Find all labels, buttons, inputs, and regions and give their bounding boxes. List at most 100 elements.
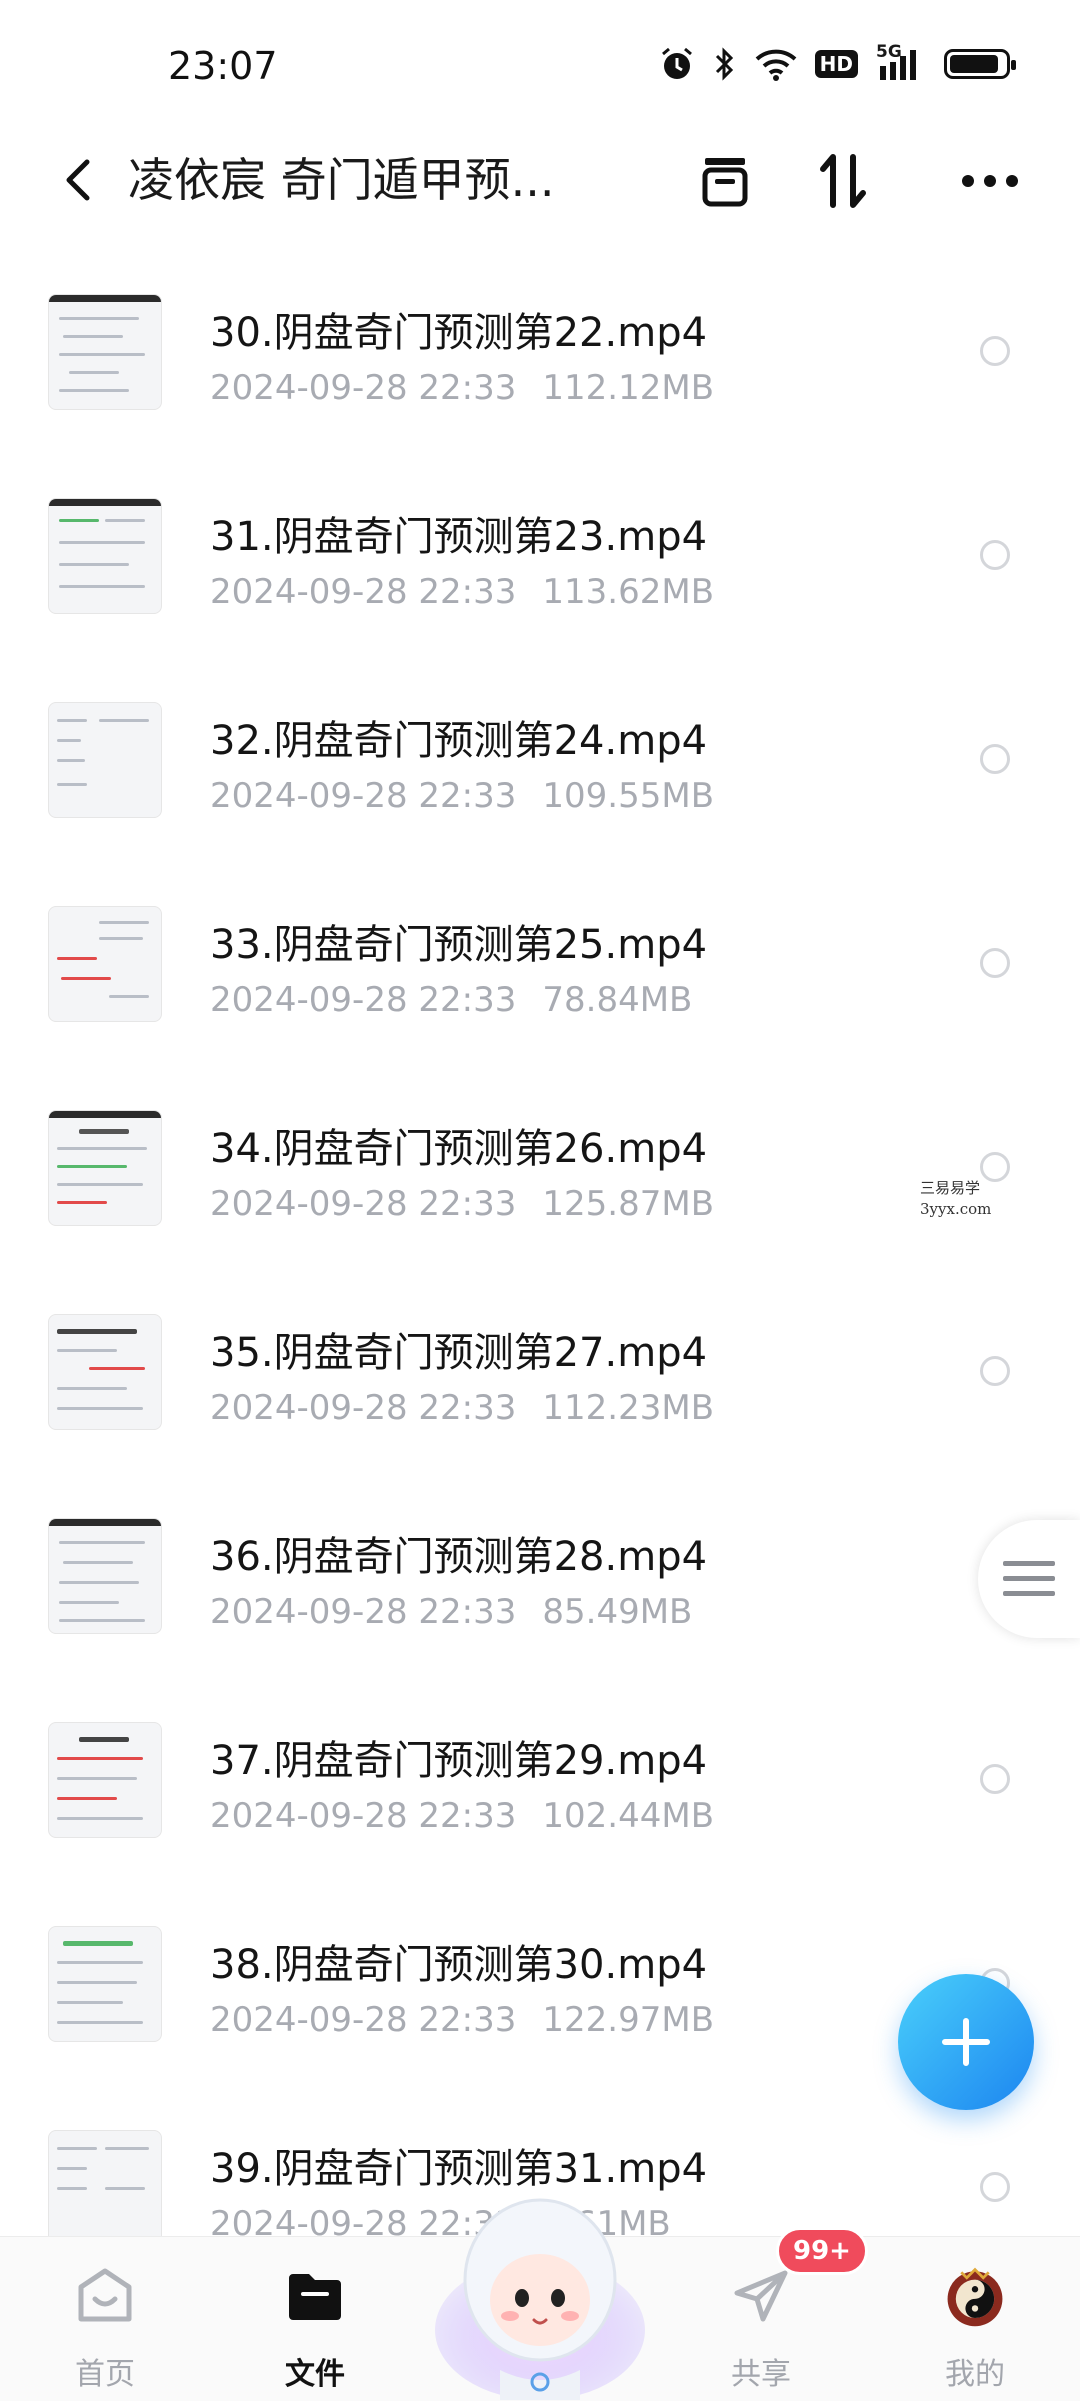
file-row[interactable]: 32.阴盘奇门预测第24.mp4 2024-09-28 22:33 109.55M… — [0, 672, 1080, 876]
watermark: 三易易学 3yyx.com — [920, 1178, 991, 1220]
file-name: 31.阴盘奇门预测第23.mp4 — [210, 514, 708, 560]
file-name: 37.阴盘奇门预测第29.mp4 — [210, 1738, 708, 1784]
more-button[interactable] — [955, 148, 1025, 214]
file-row[interactable]: 36.阴盘奇门预测第28.mp4 2024-09-28 22:33 85.49MB — [0, 1488, 1080, 1692]
select-checkbox[interactable] — [980, 540, 1010, 570]
file-name: 35.阴盘奇门预测第27.mp4 — [210, 1330, 708, 1376]
battery-icon — [944, 49, 1016, 79]
sort-icon — [820, 154, 866, 208]
file-name: 30.阴盘奇门预测第22.mp4 — [210, 310, 708, 356]
file-name: 34.阴盘奇门预测第26.mp4 — [210, 1126, 708, 1172]
file-meta: 2024-09-28 22:33 85.49MB — [210, 1592, 692, 1632]
nav-files[interactable]: 文件 — [240, 2237, 390, 2401]
file-size: 113.62MB — [542, 572, 715, 612]
nav-home-label: 首页 — [75, 2357, 135, 2392]
sort-button[interactable] — [808, 148, 878, 214]
file-size: 112.12MB — [542, 368, 715, 408]
status-time: 23:07 — [168, 44, 278, 88]
file-time: 22:33 — [418, 1388, 517, 1428]
file-row[interactable]: 34.阴盘奇门预测第26.mp4 2024-09-28 22:33 125.87M… — [0, 1080, 1080, 1284]
watermark-line2: 3yyx.com — [920, 1200, 992, 1218]
file-time: 22:33 — [418, 1592, 517, 1632]
select-checkbox[interactable] — [980, 744, 1010, 774]
avatar — [943, 2265, 1007, 2329]
file-meta: 2024-09-28 22:33 102.44MB — [210, 1796, 714, 1836]
video-thumbnail — [48, 906, 162, 1022]
nav-mine-label: 我的 — [945, 2357, 1005, 2392]
file-row[interactable]: 37.阴盘奇门预测第29.mp4 2024-09-28 22:33 102.44M… — [0, 1692, 1080, 1896]
video-thumbnail — [48, 498, 162, 614]
select-checkbox[interactable] — [980, 336, 1010, 366]
video-thumbnail — [48, 1518, 162, 1634]
file-row[interactable]: 31.阴盘奇门预测第23.mp4 2024-09-28 22:33 113.62M… — [0, 468, 1080, 672]
file-name: 38.阴盘奇门预测第30.mp4 — [210, 1942, 708, 1988]
file-row[interactable]: 33.阴盘奇门预测第25.mp4 2024-09-28 22:33 78.84MB — [0, 876, 1080, 1080]
page-title: 凌依宸 奇门遁甲预... — [128, 153, 555, 207]
file-size: 85.49MB — [542, 1592, 693, 1632]
archive-icon — [702, 158, 748, 207]
plus-icon — [942, 2018, 990, 2066]
file-name: 33.阴盘奇门预测第25.mp4 — [210, 922, 708, 968]
video-thumbnail — [48, 702, 162, 818]
wifi-icon — [755, 49, 797, 81]
file-meta: 2024-09-28 22:33 78.84MB — [210, 980, 692, 1020]
file-time: 22:33 — [418, 1796, 517, 1836]
file-meta: 2024-09-28 22:33 125.87MB — [210, 1184, 714, 1224]
file-size: 112.23MB — [542, 1388, 715, 1428]
file-date: 2024-09-28 — [210, 776, 408, 816]
status-icons: HD 5G — [659, 42, 1016, 82]
file-date: 2024-09-28 — [210, 1592, 408, 1632]
file-meta: 2024-09-28 22:33 112.12MB — [210, 368, 714, 408]
bluetooth-icon — [715, 47, 733, 81]
file-time: 22:33 — [418, 776, 517, 816]
file-name: 36.阴盘奇门预测第28.mp4 — [210, 1534, 708, 1580]
file-time: 22:33 — [418, 1184, 517, 1224]
home-icon — [73, 2265, 137, 2329]
more-icon — [962, 175, 1018, 187]
video-thumbnail — [48, 2130, 162, 2246]
select-checkbox[interactable] — [980, 1764, 1010, 1794]
hd-badge: HD — [814, 50, 858, 78]
top-bar: 凌依宸 奇门遁甲预... — [0, 130, 1080, 230]
file-meta: 2024-09-28 22:33 122.97MB — [210, 2000, 714, 2040]
file-size: 102.44MB — [542, 1796, 715, 1836]
status-bar: 23:07 HD 5G — [0, 0, 1080, 130]
file-name: 32.阴盘奇门预测第24.mp4 — [210, 718, 708, 764]
select-checkbox[interactable] — [980, 1356, 1010, 1386]
menu-icon — [1003, 1561, 1055, 1596]
folder-icon — [283, 2265, 347, 2329]
nav-mine[interactable]: 我的 — [900, 2237, 1050, 2401]
file-size: 122.97MB — [542, 2000, 715, 2040]
video-thumbnail — [48, 1722, 162, 1838]
file-time: 22:33 — [418, 980, 517, 1020]
video-thumbnail — [48, 1314, 162, 1430]
file-meta: 2024-09-28 22:33 113.62MB — [210, 572, 714, 612]
file-size: 78.84MB — [542, 980, 693, 1020]
file-date: 2024-09-28 — [210, 1796, 408, 1836]
mascot-assistant-button[interactable] — [430, 2170, 650, 2400]
file-time: 22:33 — [418, 368, 517, 408]
video-thumbnail — [48, 294, 162, 410]
file-meta: 2024-09-28 22:33 112.23MB — [210, 1388, 714, 1428]
nav-files-label: 文件 — [285, 2357, 345, 2392]
video-thumbnail — [48, 1926, 162, 2042]
file-row[interactable]: 35.阴盘奇门预测第27.mp4 2024-09-28 22:33 112.23M… — [0, 1284, 1080, 1488]
nav-share-label: 共享 — [731, 2357, 791, 2392]
share-badge: 99+ — [776, 2227, 868, 2275]
file-row[interactable]: 30.阴盘奇门预测第22.mp4 2024-09-28 22:33 112.12M… — [0, 264, 1080, 468]
file-date: 2024-09-28 — [210, 980, 408, 1020]
file-time: 22:33 — [418, 572, 517, 612]
file-time: 22:33 — [418, 2000, 517, 2040]
back-button[interactable] — [48, 150, 108, 210]
archive-button[interactable] — [690, 148, 760, 214]
nav-home[interactable]: 首页 — [30, 2237, 180, 2401]
file-date: 2024-09-28 — [210, 368, 408, 408]
watermark-line1: 三易易学 — [920, 1179, 981, 1197]
select-checkbox[interactable] — [980, 2172, 1010, 2202]
chevron-left-icon — [66, 159, 90, 201]
file-date: 2024-09-28 — [210, 1388, 408, 1428]
add-button[interactable] — [898, 1974, 1034, 2110]
signal-icon: 5G — [876, 42, 926, 82]
select-checkbox[interactable] — [980, 948, 1010, 978]
file-size: 109.55MB — [542, 776, 715, 816]
